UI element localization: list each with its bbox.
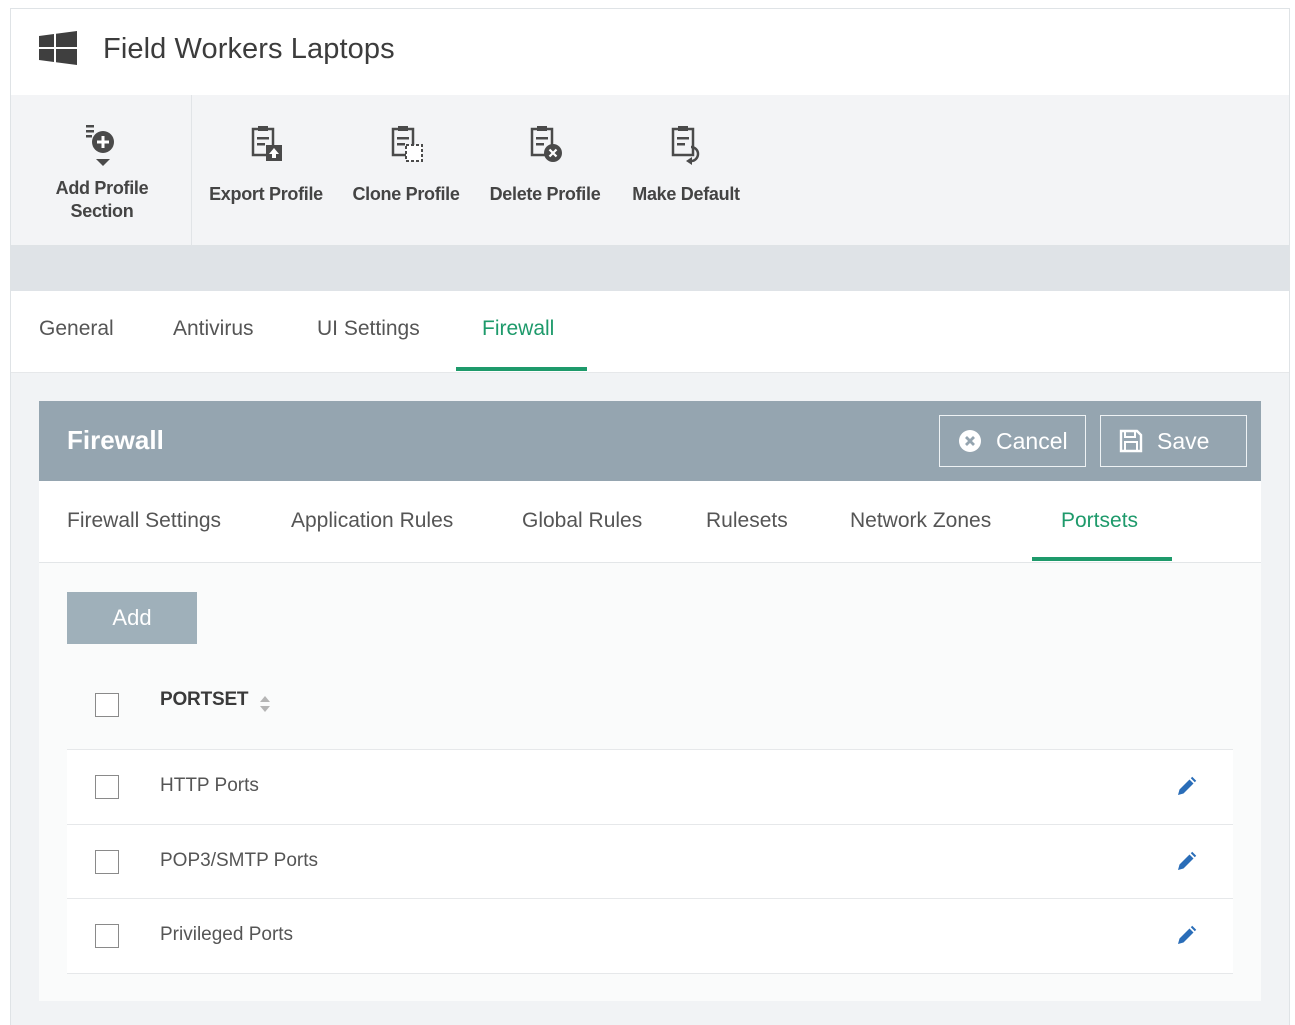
windows-logo-icon <box>39 31 77 65</box>
panel-title: Firewall <box>67 425 164 455</box>
column-header-portset[interactable]: PORTSET <box>160 689 249 711</box>
tab-ui-settings[interactable]: UI Settings <box>317 317 420 341</box>
toolbar-divider <box>191 95 192 246</box>
make-default-label: Make Default <box>632 184 740 204</box>
cancel-label: Cancel <box>996 427 1068 454</box>
delete-icon <box>530 126 562 162</box>
make-default-icon <box>671 126 700 165</box>
page-title: Field Workers Laptops <box>103 33 395 65</box>
pencil-icon[interactable] <box>1175 776 1197 798</box>
export-profile-button[interactable]: Export Profile <box>206 95 326 246</box>
sort-icon[interactable] <box>258 694 272 714</box>
row-checkbox[interactable] <box>95 924 119 948</box>
add-profile-section-label: Add Profile Section <box>55 178 149 221</box>
tab-network-zones[interactable]: Network Zones <box>850 509 991 533</box>
pencil-icon[interactable] <box>1175 925 1197 947</box>
tab-firewall-settings[interactable]: Firewall Settings <box>67 509 221 533</box>
page-header: Field Workers Laptops <box>11 9 1289 95</box>
select-all-checkbox[interactable] <box>95 693 119 717</box>
cancel-icon <box>959 430 981 452</box>
make-default-button[interactable]: Make Default <box>625 95 747 246</box>
save-icon <box>1119 429 1143 453</box>
active-sub-tab-indicator <box>1032 557 1172 561</box>
firewall-panel: Firewall Cancel Save Firewall Settings A <box>39 401 1261 1001</box>
tab-global-rules[interactable]: Global Rules <box>522 509 642 533</box>
export-icon <box>251 126 282 161</box>
panel-header: Firewall Cancel Save <box>39 401 1261 481</box>
row-checkbox[interactable] <box>95 849 119 874</box>
active-tab-indicator <box>456 367 587 371</box>
portset-name: HTTP Ports <box>160 775 259 796</box>
table-row: Privileged Ports <box>67 899 1233 974</box>
portset-name: Privileged Ports <box>160 924 294 945</box>
toolbar-spacer <box>11 246 1289 291</box>
table-header: PORTSET <box>67 661 1233 750</box>
save-button[interactable]: Save <box>1100 415 1247 467</box>
clone-profile-button[interactable]: Clone Profile <box>346 95 466 246</box>
tab-antivirus[interactable]: Antivirus <box>173 317 254 341</box>
tab-rulesets[interactable]: Rulesets <box>706 509 788 533</box>
firewall-sub-tabs: Firewall Settings Application Rules Glob… <box>39 481 1261 563</box>
table-row: POP3/SMTP Ports <box>67 824 1233 899</box>
row-checkbox[interactable] <box>95 775 119 799</box>
add-profile-section-button[interactable]: Add Profile Section <box>41 95 163 246</box>
add-button[interactable]: Add <box>67 592 197 644</box>
tab-general[interactable]: General <box>39 317 114 341</box>
main-tabs: General Antivirus UI Settings Firewall <box>11 291 1289 373</box>
portsets-table: PORTSET HTTP Ports POP3/SMTP Ports Privi… <box>67 661 1233 974</box>
cancel-button[interactable]: Cancel <box>939 415 1086 467</box>
app-frame: Field Workers Laptops Add Profile Sectio… <box>10 8 1290 1025</box>
pencil-icon[interactable] <box>1175 851 1197 873</box>
delete-profile-label: Delete Profile <box>489 184 601 204</box>
portset-name: POP3/SMTP Ports <box>160 849 319 871</box>
delete-profile-button[interactable]: Delete Profile <box>484 95 606 246</box>
add-section-icon <box>86 125 114 166</box>
portsets-content: Add PORTSET HTTP Ports POP3/SMTP Ports P… <box>39 563 1261 1001</box>
export-profile-label: Export Profile <box>209 184 323 204</box>
save-label: Save <box>1157 427 1210 454</box>
tab-portsets[interactable]: Portsets <box>1061 509 1138 533</box>
table-row: HTTP Ports <box>67 750 1233 825</box>
tab-application-rules[interactable]: Application Rules <box>291 509 453 533</box>
clone-profile-label: Clone Profile <box>352 184 460 204</box>
tab-firewall[interactable]: Firewall <box>482 317 554 341</box>
toolbar: Add Profile Section Export Profile Clone… <box>11 95 1289 246</box>
clone-icon <box>391 126 423 162</box>
